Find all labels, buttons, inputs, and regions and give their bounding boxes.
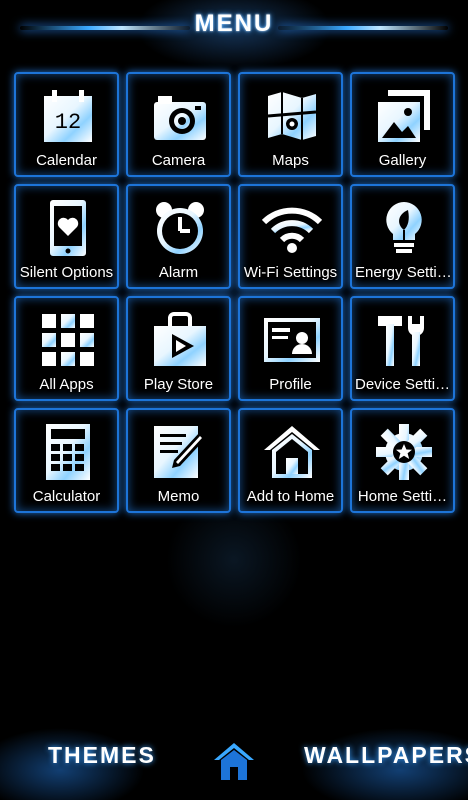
tile-label: Wi-Fi Settings bbox=[243, 264, 338, 281]
tile-label: Profile bbox=[269, 376, 312, 393]
tools-icon bbox=[378, 316, 424, 366]
gear-icon bbox=[376, 424, 432, 480]
store-bag-icon bbox=[154, 312, 206, 366]
calendar-icon: 12 bbox=[44, 90, 92, 142]
tile-calendar[interactable]: 12 Calendar bbox=[14, 72, 119, 177]
tile-energy-settings[interactable]: Energy Setti… bbox=[350, 184, 455, 289]
tile-label: Calculator bbox=[32, 488, 101, 505]
tile-label: Alarm bbox=[158, 264, 199, 281]
tile-wifi-settings[interactable]: Wi-Fi Settings bbox=[238, 184, 343, 289]
tile-label: Calendar bbox=[36, 152, 97, 169]
gallery-icon bbox=[378, 90, 430, 142]
footer: THEMES WALLPAPERS bbox=[0, 720, 468, 800]
home-icon[interactable] bbox=[212, 740, 256, 784]
tile-label: Device Setti… bbox=[355, 376, 451, 393]
phone-heart-icon bbox=[50, 200, 86, 256]
camera-icon bbox=[154, 96, 206, 140]
themes-button[interactable]: THEMES bbox=[48, 742, 156, 769]
wallpapers-button[interactable]: WALLPAPERS bbox=[304, 742, 468, 769]
tile-memo[interactable]: Memo bbox=[126, 408, 231, 513]
tile-calculator[interactable]: Calculator bbox=[14, 408, 119, 513]
tile-silent-options[interactable]: Silent Options bbox=[14, 184, 119, 289]
calculator-icon bbox=[46, 424, 90, 480]
tile-label: Camera bbox=[151, 152, 206, 169]
tile-label: Silent Options bbox=[19, 264, 114, 281]
wifi-icon bbox=[262, 207, 322, 253]
tile-label: Gallery bbox=[378, 152, 427, 169]
map-icon bbox=[267, 92, 317, 140]
tile-maps[interactable]: Maps bbox=[238, 72, 343, 177]
tile-add-to-home[interactable]: Add to Home bbox=[238, 408, 343, 513]
calendar-day: 12 bbox=[55, 110, 81, 135]
tile-gallery[interactable]: Gallery bbox=[350, 72, 455, 177]
lightbulb-icon bbox=[386, 202, 422, 253]
header: MENU bbox=[0, 0, 468, 52]
tile-all-apps[interactable]: All Apps bbox=[14, 296, 119, 401]
tile-label: Add to Home bbox=[246, 488, 335, 505]
tile-camera[interactable]: Camera bbox=[126, 72, 231, 177]
tile-label: All Apps bbox=[39, 376, 94, 393]
tile-home-settings[interactable]: Home Setti… bbox=[350, 408, 455, 513]
tile-label: Memo bbox=[157, 488, 200, 505]
tile-play-store[interactable]: Play Store bbox=[126, 296, 231, 401]
tile-profile[interactable]: Profile bbox=[238, 296, 343, 401]
tile-label: Play Store bbox=[143, 376, 214, 393]
memo-icon bbox=[154, 426, 206, 478]
alarm-clock-icon bbox=[156, 202, 204, 254]
tile-alarm[interactable]: Alarm bbox=[126, 184, 231, 289]
house-icon bbox=[264, 426, 320, 478]
tile-label: Home Setti… bbox=[357, 488, 448, 505]
tile-label: Energy Setti… bbox=[355, 264, 452, 281]
tile-label: Maps bbox=[272, 152, 309, 169]
app-grid: 12 Calendar Camera Maps Gallery Silent O… bbox=[14, 72, 456, 513]
grid-icon bbox=[42, 314, 94, 366]
page-title: MENU bbox=[194, 10, 274, 37]
tile-device-settings[interactable]: Device Setti… bbox=[350, 296, 455, 401]
profile-card-icon bbox=[264, 318, 320, 362]
